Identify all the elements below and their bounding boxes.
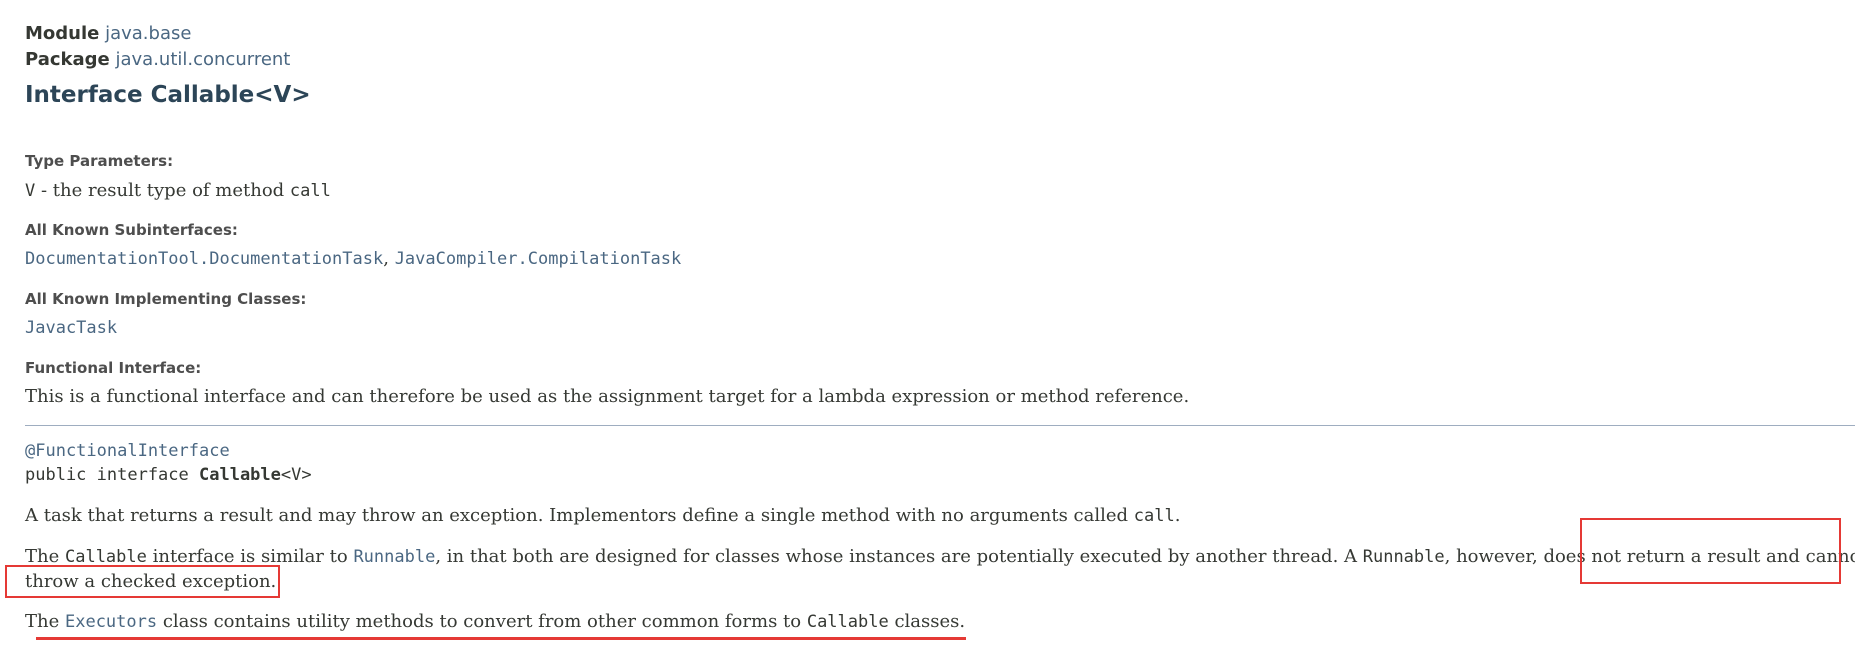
decl-name: Callable <box>199 465 281 485</box>
decl-prefix: public interface <box>25 465 199 485</box>
functional-interface-label: Functional Interface: <box>25 359 202 377</box>
package-line: Package java.util.concurrent <box>25 49 290 70</box>
description-paragraph-1: A task that returns a result and may thr… <box>25 505 1180 526</box>
impl-class-link-javactask[interactable]: JavacTask <box>25 318 117 338</box>
module-link[interactable]: java.base <box>105 23 191 44</box>
impl-classes-value: JavacTask <box>25 317 117 338</box>
type-params-label: Type Parameters: <box>25 152 174 170</box>
p1-text: A task that returns a result and may thr… <box>25 505 1134 526</box>
type-param-code: call <box>289 181 331 201</box>
impl-classes-label: All Known Implementing Classes: <box>25 290 307 308</box>
p2-code-callable: Callable <box>64 547 147 567</box>
subinterface-separator: , <box>383 248 395 269</box>
highlight-box-return-result <box>1580 518 1841 584</box>
p2-text-b: interface is similar to <box>146 546 354 567</box>
type-param-desc: - the result type of method <box>35 180 290 201</box>
module-label: Module <box>25 23 100 44</box>
functional-interface-text: This is a functional interface and can t… <box>25 386 1190 407</box>
p2-code-runnable: Runnable <box>1362 547 1445 567</box>
package-label: Package <box>25 49 110 70</box>
p2-text-a: The <box>25 546 65 567</box>
p2-text-c: , in that both are designed for classes … <box>435 546 1363 567</box>
description-paragraph-3: The Executors class contains utility met… <box>25 611 965 632</box>
type-params-value: V - the result type of method call <box>25 180 331 201</box>
subinterface-link-documentation-task[interactable]: DocumentationTool.DocumentationTask <box>25 249 383 269</box>
subinterfaces-value: DocumentationTool.DocumentationTask, Jav… <box>25 248 681 269</box>
functional-interface-annotation-link[interactable]: @FunctionalInterface <box>25 441 230 461</box>
annotation-line: @FunctionalInterface <box>25 441 230 461</box>
subinterface-link-compilation-task[interactable]: JavaCompiler.CompilationTask <box>395 249 682 269</box>
subinterfaces-label: All Known Subinterfaces: <box>25 221 238 239</box>
executors-link[interactable]: Executors <box>65 612 157 632</box>
p3-text-b: class contains utility methods to conver… <box>157 611 807 632</box>
decl-suffix: <V> <box>280 465 312 485</box>
p3-text-a: The <box>25 611 65 632</box>
p1-code: call <box>1133 506 1175 526</box>
highlight-box-checked-exception <box>5 565 280 598</box>
p3-code-callable: Callable <box>806 612 889 632</box>
type-param-name: V <box>25 181 36 201</box>
section-divider <box>25 425 1855 426</box>
module-line: Module java.base <box>25 23 191 44</box>
runnable-link[interactable]: Runnable <box>353 547 435 567</box>
p3-text-c: classes. <box>888 611 966 632</box>
highlight-underline-executors <box>36 637 966 640</box>
package-link[interactable]: java.util.concurrent <box>115 49 290 70</box>
p1-end: . <box>1174 505 1181 526</box>
page-title: Interface Callable<V> <box>25 82 311 108</box>
declaration-line: public interface Callable<V> <box>25 465 312 485</box>
